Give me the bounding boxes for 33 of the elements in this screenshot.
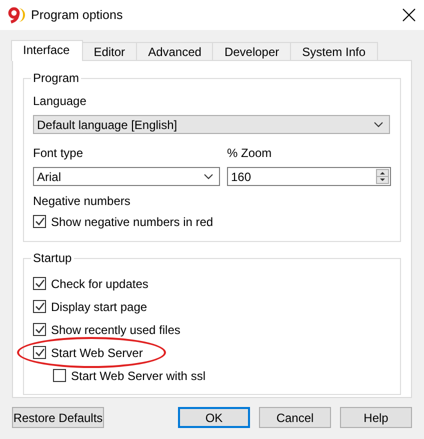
dialog-button[interactable]: Help bbox=[340, 407, 412, 428]
dropdown[interactable]: Arial bbox=[33, 167, 220, 186]
field-label: % Zoom bbox=[227, 146, 273, 161]
caret-icon bbox=[374, 122, 383, 128]
checkbox-label[interactable]: Show recently used files bbox=[51, 322, 180, 336]
checkbox-label[interactable]: Check for updates bbox=[51, 276, 148, 290]
tab[interactable]: System Info bbox=[290, 42, 378, 60]
field-label: Negative numbers bbox=[33, 194, 132, 209]
checkbox[interactable] bbox=[33, 300, 46, 313]
checkbox-label[interactable]: Display start page bbox=[51, 300, 148, 314]
checkbox-label[interactable]: Start Web Server with ssl bbox=[71, 368, 206, 382]
checkbox-label[interactable]: Start Web Server bbox=[51, 346, 143, 360]
checkbox[interactable] bbox=[33, 215, 46, 228]
checkbox[interactable] bbox=[53, 369, 66, 382]
checkbox[interactable] bbox=[33, 323, 46, 336]
window-title: Program options bbox=[31, 8, 123, 22]
dialog-button[interactable]: OK bbox=[178, 407, 250, 428]
spinner-arrows-icon[interactable] bbox=[376, 169, 389, 184]
group-title: Program bbox=[31, 71, 82, 85]
zoom-spinner[interactable]: 160 bbox=[227, 167, 391, 186]
tab[interactable]: Developer bbox=[212, 42, 292, 60]
checkbox-label[interactable]: Show negative numbers in red bbox=[51, 214, 214, 228]
checkbox[interactable] bbox=[33, 277, 46, 290]
field-label: Language bbox=[33, 94, 88, 109]
dialog-button[interactable]: Restore Defaults bbox=[12, 407, 104, 428]
close-icon[interactable] bbox=[402, 8, 416, 22]
tab[interactable]: Interface bbox=[11, 40, 83, 61]
checkbox[interactable] bbox=[33, 346, 46, 359]
app-logo-icon bbox=[7, 6, 25, 24]
dialog-button[interactable]: Cancel bbox=[259, 407, 331, 428]
group-title: Startup bbox=[31, 251, 74, 265]
field-label: Font type bbox=[33, 146, 84, 161]
caret-icon bbox=[204, 174, 213, 180]
